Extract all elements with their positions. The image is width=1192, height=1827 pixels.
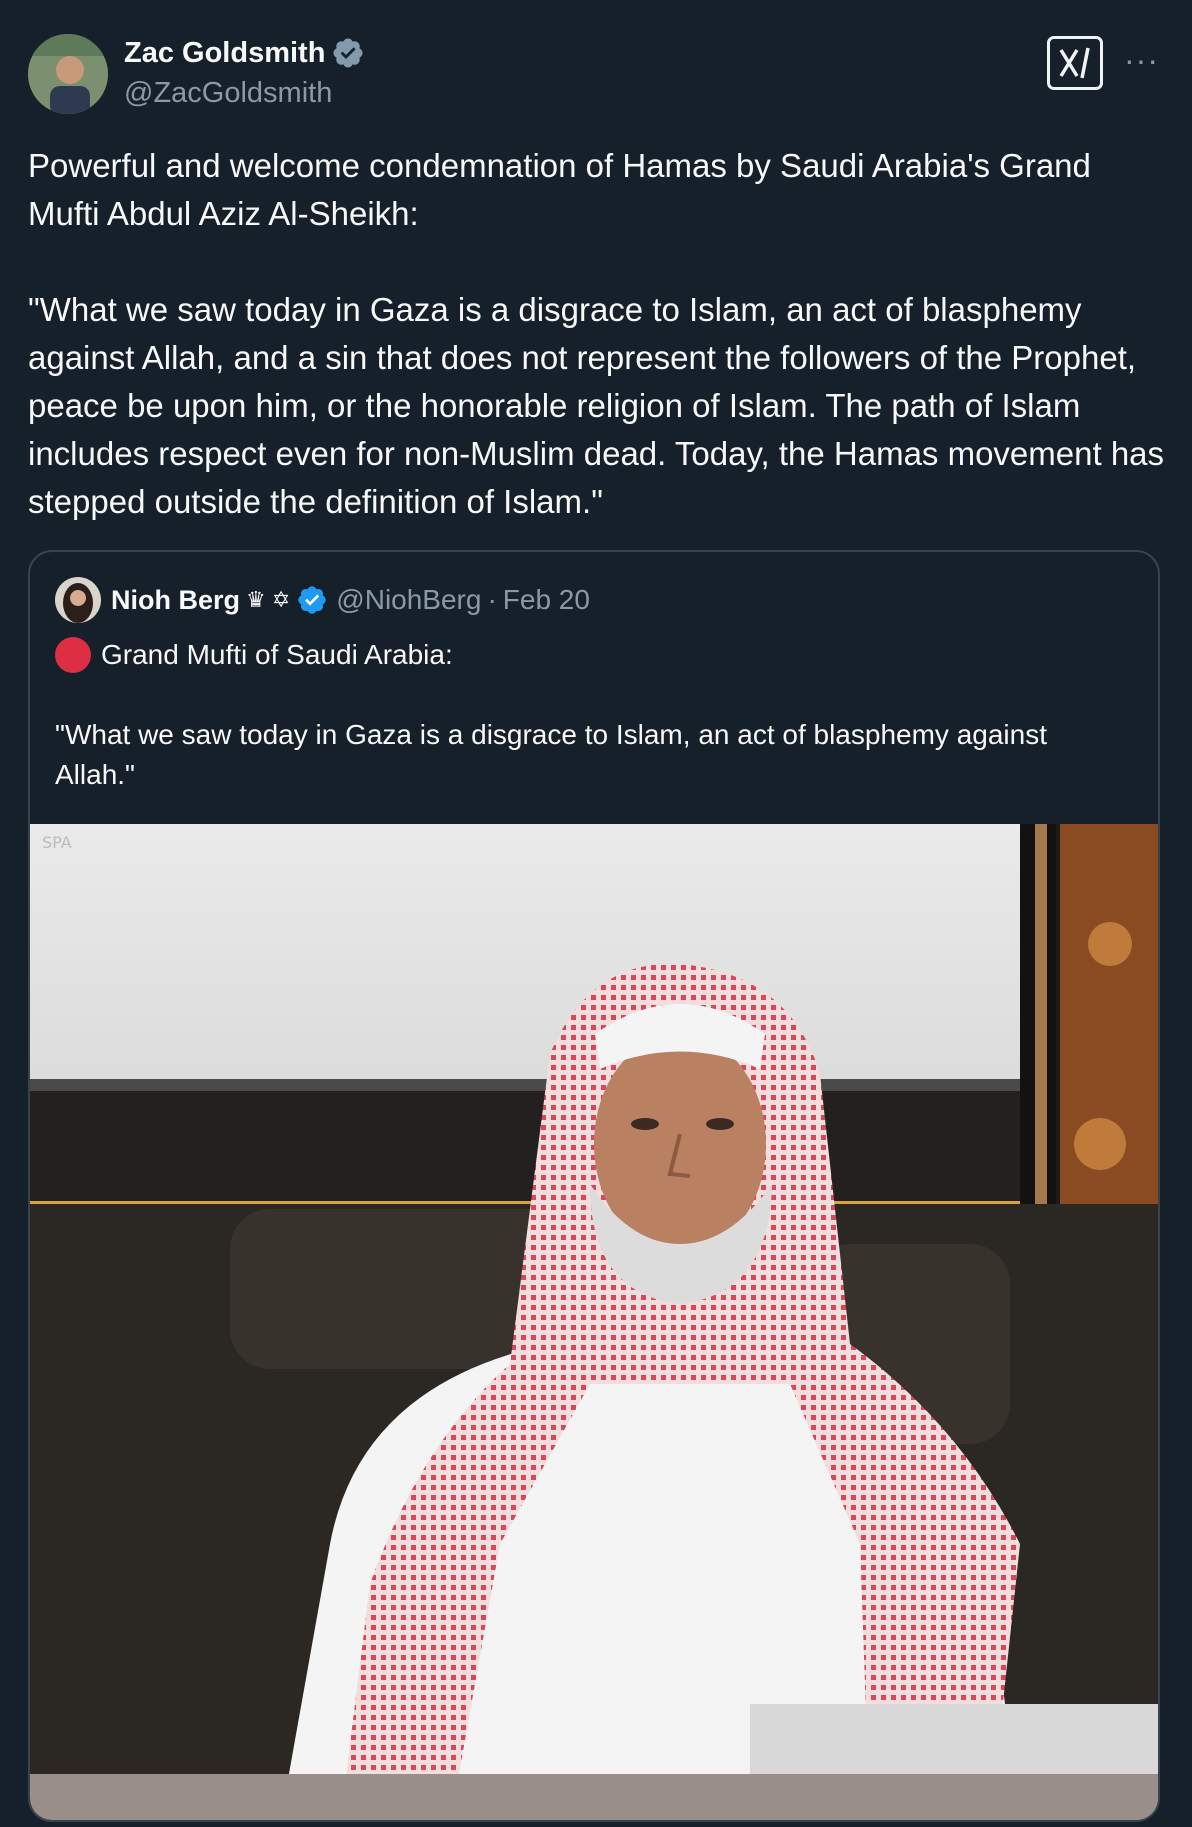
- quoted-handle[interactable]: @NiohBerg: [336, 584, 481, 616]
- post-text: Powerful and welcome condemnation of Ham…: [28, 147, 1165, 520]
- red-circle-icon: [55, 637, 91, 673]
- author-handle[interactable]: @ZacGoldsmith: [124, 77, 332, 110]
- quoted-date[interactable]: Feb 20: [503, 584, 590, 616]
- quoted-display-name[interactable]: Nioh Berg: [111, 585, 240, 616]
- crown-star-emoji: ♛ ✡: [246, 587, 291, 612]
- blue-verified-icon: [298, 586, 326, 614]
- grey-verified-icon: [333, 38, 363, 68]
- author-name-row: Zac Goldsmith: [124, 36, 365, 70]
- quoted-text: "What we saw today in Gaza is a disgrace…: [55, 719, 1047, 790]
- author-display-name[interactable]: Zac Goldsmith: [124, 37, 325, 70]
- grok-button[interactable]: [1047, 36, 1103, 90]
- quoted-line1: Grand Mufti of Saudi Arabia:: [55, 637, 453, 673]
- grok-icon: [1059, 47, 1090, 79]
- post: Zac Goldsmith @ZacGoldsmith ··· Powerful…: [0, 0, 1192, 1827]
- author-avatar[interactable]: [28, 34, 108, 114]
- spa-watermark: SPA: [42, 833, 72, 852]
- separator-dot: ·: [487, 584, 497, 615]
- quoted-post[interactable]: Nioh Berg ♛ ✡ @NiohBerg · Feb 20 Grand M…: [28, 550, 1160, 1822]
- quoted-avatar[interactable]: [55, 577, 101, 623]
- quoted-line1-text: Grand Mufti of Saudi Arabia:: [101, 639, 453, 670]
- more-options-icon[interactable]: ···: [1124, 44, 1159, 76]
- quoted-header: Nioh Berg ♛ ✡ @NiohBerg · Feb 20: [55, 577, 590, 623]
- quoted-media-image[interactable]: SPA: [30, 824, 1158, 1820]
